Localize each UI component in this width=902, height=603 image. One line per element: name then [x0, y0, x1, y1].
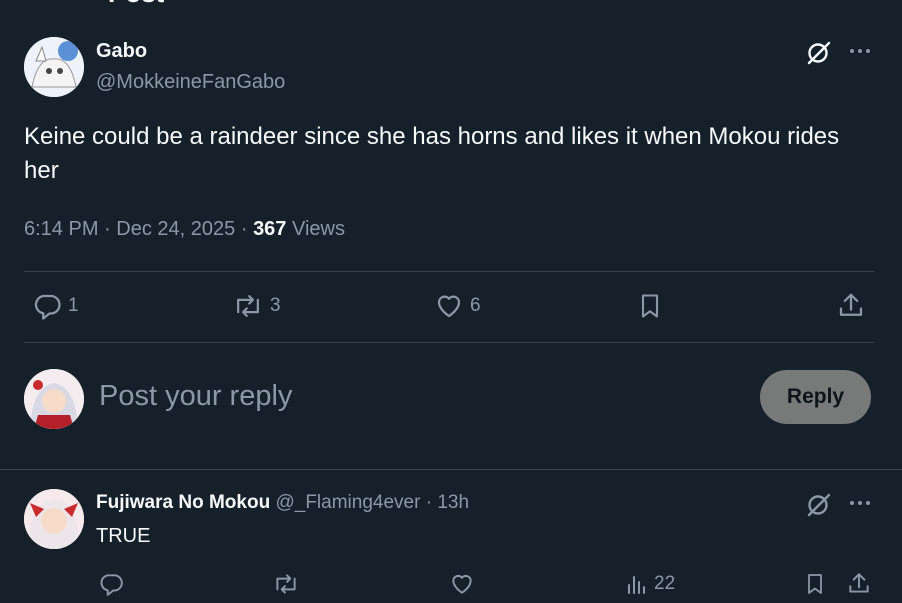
- meta-separator: ·: [240, 218, 248, 240]
- bookmark-icon: [808, 574, 822, 594]
- divider: [0, 469, 902, 470]
- grok-icon[interactable]: [805, 39, 833, 67]
- views-count: 367: [253, 218, 287, 240]
- post-date[interactable]: Dec 24, 2025: [116, 218, 235, 240]
- reply-author-avatar[interactable]: [24, 489, 84, 549]
- heart-icon: [452, 574, 472, 594]
- reply-share-action[interactable]: [846, 571, 872, 597]
- divider: [24, 342, 874, 343]
- repost-action[interactable]: 3: [232, 291, 281, 321]
- share-icon: [849, 573, 869, 593]
- share-icon: [839, 293, 863, 316]
- user-avatar[interactable]: [24, 369, 84, 429]
- author-name[interactable]: Gabo: [96, 40, 147, 63]
- views-icon: [628, 576, 645, 594]
- reply-repost-action[interactable]: [272, 571, 300, 597]
- reply-icon: [34, 294, 61, 320]
- post-time[interactable]: 6:14 PM: [24, 218, 98, 240]
- reply-reply-action[interactable]: [98, 571, 124, 597]
- reply-icon: [100, 574, 123, 596]
- repost-icon: [276, 574, 296, 594]
- repost-count: 3: [270, 295, 281, 316]
- post-page: Post Gabo @MokkeineFanGabo Keine could b…: [0, 0, 902, 603]
- heart-icon: [437, 295, 461, 318]
- bookmark-action[interactable]: [636, 291, 664, 321]
- reply-text: TRUE: [96, 525, 151, 547]
- post-meta: 6:14 PM · Dec 24, 2025 · 367 Views: [24, 218, 345, 241]
- like-action[interactable]: 6: [434, 291, 481, 321]
- author-handle[interactable]: @MokkeineFanGabo: [96, 71, 285, 94]
- reply-separator: ·: [425, 492, 433, 513]
- reply-views-count: 22: [654, 573, 676, 594]
- top-header: Post: [0, 0, 902, 8]
- share-action[interactable]: [836, 291, 866, 321]
- post-text: Keine could be a raindeer since she has …: [24, 123, 840, 184]
- reply-input[interactable]: Post your reply: [99, 380, 292, 413]
- reply-author-handle[interactable]: @_Flaming4ever: [275, 492, 420, 513]
- reply-count: 1: [68, 295, 79, 316]
- reply-views-action[interactable]: 22: [626, 573, 675, 595]
- reply-action[interactable]: 1: [32, 291, 79, 321]
- more-options-icon[interactable]: [849, 40, 871, 62]
- reply-header: Fujiwara No Mokou @_Flaming4ever · 13h: [96, 492, 469, 514]
- reply-time[interactable]: 13h: [437, 492, 469, 513]
- meta-separator: ·: [104, 218, 111, 240]
- grok-icon[interactable]: [805, 491, 833, 519]
- back-arrow-icon[interactable]: [20, 0, 44, 4]
- more-options-icon[interactable]: [849, 492, 871, 514]
- bookmark-icon: [641, 294, 659, 318]
- like-count: 6: [470, 295, 481, 316]
- reply-button[interactable]: Reply: [760, 370, 871, 424]
- reply-author-name[interactable]: Fujiwara No Mokou: [96, 492, 270, 513]
- reply-bookmark-action[interactable]: [803, 571, 827, 597]
- reply-like-action[interactable]: [449, 571, 475, 597]
- repost-icon: [237, 295, 259, 317]
- views-label: Views: [292, 218, 345, 240]
- divider: [24, 271, 874, 272]
- page-title: Post: [108, 0, 164, 9]
- author-avatar[interactable]: [24, 37, 84, 97]
